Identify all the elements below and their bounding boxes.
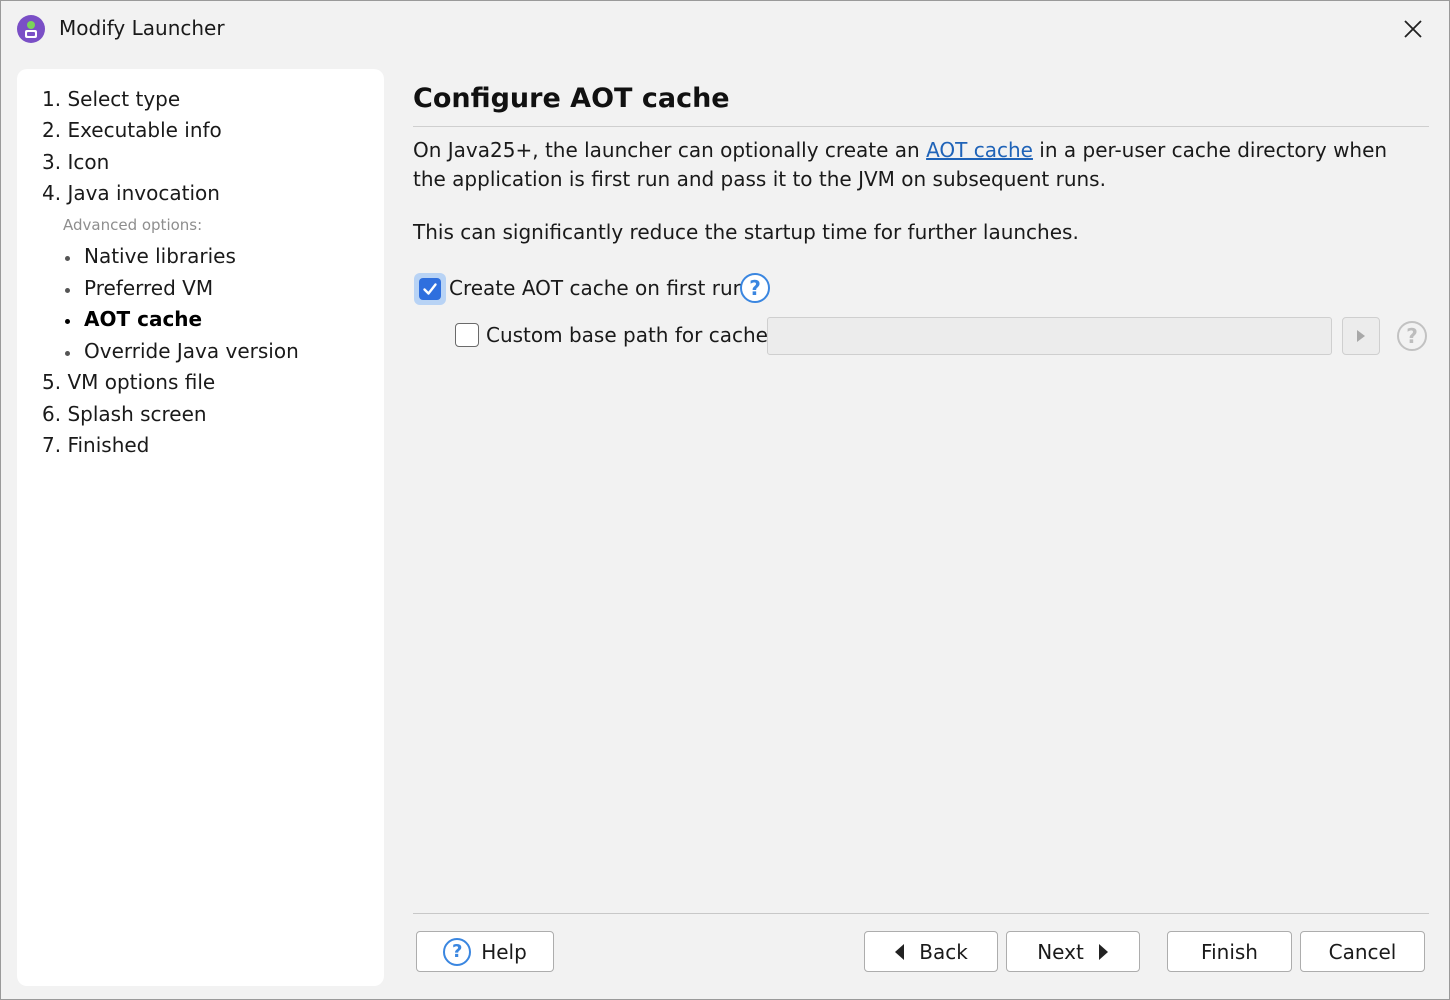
step-finished[interactable]: 7. Finished	[42, 433, 149, 457]
step-select-type[interactable]: 1. Select type	[42, 87, 180, 111]
sub-step-label: AOT cache	[84, 307, 203, 331]
footer-divider	[413, 913, 1429, 914]
window-title: Modify Launcher	[59, 16, 225, 40]
custom-base-path-checkbox[interactable]	[455, 323, 479, 347]
help-icon: ?	[443, 937, 472, 966]
back-button-label: Back	[919, 939, 968, 964]
finish-button[interactable]: Finish	[1167, 931, 1292, 972]
advanced-options-label: Advanced options:	[63, 216, 203, 234]
heading-divider	[413, 126, 1429, 127]
next-button-label: Next	[1037, 939, 1084, 964]
help-button[interactable]: ? Help	[416, 931, 554, 972]
chevron-right-icon	[1098, 943, 1109, 961]
page-title: Configure AOT cache	[413, 83, 730, 114]
cancel-button[interactable]: Cancel	[1300, 931, 1425, 972]
wizard-steps-sidebar: 1. Select type 2. Executable info 3. Ico…	[17, 69, 384, 986]
description-text: On Java25+, the launcher can optionally …	[413, 138, 927, 162]
aot-cache-link[interactable]: AOT cache	[926, 138, 1033, 162]
step-icon[interactable]: 3. Icon	[42, 150, 109, 174]
sub-step-label: Preferred VM	[84, 276, 214, 300]
create-aot-cache-checkbox[interactable]	[414, 273, 446, 305]
description-paragraph: On Java25+, the launcher can optionally …	[413, 136, 1423, 194]
browse-path-button[interactable]	[1342, 317, 1380, 355]
finish-button-label: Finish	[1201, 939, 1258, 964]
step-java-invocation[interactable]: 4. Java invocation	[42, 181, 220, 205]
step-executable-info[interactable]: 2. Executable info	[42, 118, 222, 142]
checkmark-icon	[423, 283, 437, 295]
cancel-button-label: Cancel	[1328, 939, 1397, 964]
step-splash-screen[interactable]: 6. Splash screen	[42, 402, 207, 426]
dialog-window: Modify Launcher 1. Select type 2. Execut…	[0, 0, 1450, 1000]
custom-path-input[interactable]	[767, 317, 1332, 355]
create-cache-help-icon[interactable]: ?	[740, 273, 770, 303]
sub-step-label: Native libraries	[84, 244, 236, 268]
custom-base-path-label[interactable]: Custom base path for cache:	[486, 323, 775, 347]
help-button-label: Help	[481, 939, 527, 964]
title-bar: Modify Launcher	[1, 1, 1449, 57]
sub-step-label: Override Java version	[84, 339, 299, 363]
bullet	[65, 256, 70, 261]
bullet	[65, 319, 70, 324]
description-paragraph-2: This can significantly reduce the startu…	[413, 220, 1079, 244]
step-vm-options-file[interactable]: 5. VM options file	[42, 370, 215, 394]
close-icon	[1404, 20, 1422, 38]
next-button[interactable]: Next	[1006, 931, 1140, 972]
play-arrow-icon	[1357, 330, 1365, 342]
back-button[interactable]: Back	[864, 931, 998, 972]
app-launcher-icon	[17, 15, 45, 43]
close-button[interactable]	[1393, 11, 1433, 47]
chevron-left-icon	[894, 943, 905, 961]
bullet	[65, 351, 70, 356]
bullet	[65, 288, 70, 293]
custom-path-help-icon[interactable]: ?	[1397, 321, 1427, 351]
create-aot-cache-label[interactable]: Create AOT cache on first run	[449, 276, 745, 300]
